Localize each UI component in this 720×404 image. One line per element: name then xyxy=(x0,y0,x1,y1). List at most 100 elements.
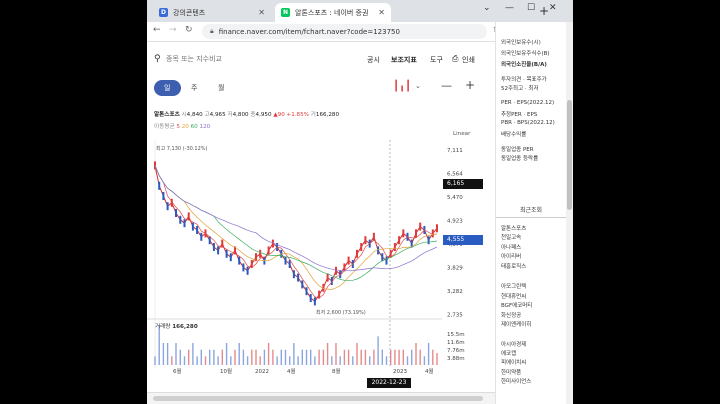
indicators-link[interactable]: 보조지표 xyxy=(391,55,417,65)
volume-bar xyxy=(204,356,207,365)
price-point xyxy=(436,224,438,233)
price-point xyxy=(246,266,249,275)
disclosure-link[interactable]: 공시 xyxy=(367,55,380,65)
change-value: ▲90 +1.85% xyxy=(273,112,309,118)
recent-item[interactable]: 태흥로직스 xyxy=(501,262,526,270)
high-value: 4,965 xyxy=(209,112,226,118)
recent-item[interactable]: BGF에코머티 xyxy=(501,301,532,309)
period-tab-week[interactable]: 주 xyxy=(191,83,197,93)
print-button[interactable]: 인쇄 xyxy=(462,55,475,65)
volume-bar xyxy=(411,349,413,365)
volume-bar xyxy=(385,356,388,365)
est-per-row: 추정PER · EPS xyxy=(501,112,538,118)
minimize-button[interactable]: — xyxy=(505,3,514,13)
volume-value: 166,280 xyxy=(315,112,340,118)
recent-item[interactable]: 알톤스포츠 xyxy=(501,224,526,232)
lowest-price-label: 최저 2,600 (73.19%) xyxy=(316,310,366,316)
recent-item[interactable]: 아이리버 xyxy=(501,252,521,260)
address-bar[interactable]: 🔒︎ finance.naver.com/item/fchart.naver?c… xyxy=(202,24,487,39)
volume-bar xyxy=(171,356,173,365)
price-point xyxy=(183,219,186,228)
52week-row: 52주최고 · 최저 xyxy=(501,86,539,92)
industry-change-row: 동일업종 등락률 xyxy=(501,156,539,162)
zoom-out-button[interactable]: — xyxy=(441,79,452,92)
volume-bar xyxy=(225,343,228,365)
x-tick-label: 6월 xyxy=(173,367,182,375)
url-text: finance.naver.com/item/fchart.naver?code… xyxy=(218,27,400,36)
price-point xyxy=(309,294,312,302)
tools-link[interactable]: 도구 xyxy=(430,55,443,65)
period-tab-day-label: 일 xyxy=(164,84,171,92)
price-chart[interactable]: 7,1116,5645,4704,9234,3763,8293,2822,735… xyxy=(147,140,495,390)
crosshair-date-tag: 2022-12-23 xyxy=(367,378,411,388)
recent-item[interactable]: 화신정공 xyxy=(501,311,521,319)
volume-bar xyxy=(192,343,194,365)
scroll-thumb[interactable] xyxy=(153,396,483,401)
price-point xyxy=(385,256,388,265)
volume-bar xyxy=(326,343,329,365)
recent-item[interactable]: 한미약품 xyxy=(501,368,521,376)
forward-arrow-icon[interactable]: → xyxy=(169,25,177,35)
recent-item[interactable]: 에코캡 xyxy=(501,349,516,357)
price-marker-tag: 6,165 xyxy=(443,179,483,189)
recent-item[interactable]: 아나패스 xyxy=(501,243,521,251)
volume-bar xyxy=(246,356,249,365)
recent-item[interactable]: 현대휴먼씨 xyxy=(501,292,526,300)
left-margin xyxy=(0,0,147,404)
y-tick-label: 5,470 xyxy=(447,195,463,201)
price-point xyxy=(398,236,401,245)
price-point xyxy=(154,161,156,170)
tab-alton-sports[interactable]: N 알톤스포츠 : 네이버 증권 ✕ xyxy=(275,3,391,22)
volume-bar xyxy=(381,349,383,365)
page-scroll-thumb[interactable] xyxy=(567,100,572,210)
volume-bar xyxy=(423,356,426,365)
zoom-in-button[interactable]: + xyxy=(465,78,475,92)
horizontal-scrollbar[interactable] xyxy=(147,392,495,404)
volume-bar xyxy=(154,356,156,365)
volume-bar xyxy=(436,353,438,365)
d-favicon-icon: D xyxy=(159,8,168,17)
scale-selector[interactable]: Linear xyxy=(453,131,470,137)
naver-favicon-icon: N xyxy=(281,8,290,17)
volume-bar xyxy=(314,356,316,365)
chart-type-dropdown-icon[interactable]: ⌄ xyxy=(415,82,421,90)
price-point xyxy=(292,270,295,279)
volume-title: 거래량 166,280 xyxy=(155,322,198,330)
volume-bar xyxy=(415,343,417,365)
recent-item[interactable]: 피에이치씨 xyxy=(501,358,526,366)
page-scrollbar[interactable] xyxy=(566,22,573,404)
recent-item[interactable]: 아시아경제 xyxy=(501,340,526,348)
quote-summary: 알톤스포츠 시4,840 고4,965 저4,800 종4,950 ▲90 +1… xyxy=(154,110,339,118)
recent-item[interactable]: 제이엔케이히 xyxy=(501,320,531,328)
volume-bar xyxy=(318,349,320,365)
volume-bar xyxy=(339,356,341,365)
right-margin xyxy=(573,0,720,404)
price-point xyxy=(360,243,363,251)
recent-item[interactable]: 천일고속 xyxy=(501,233,521,241)
back-arrow-icon[interactable]: ← xyxy=(153,25,161,35)
tab-lecture-content[interactable]: D 강의콘텐츠 ✕ xyxy=(153,3,271,22)
volume-bar xyxy=(209,349,211,365)
search-input[interactable] xyxy=(166,52,276,66)
reload-icon[interactable]: ↻ xyxy=(185,25,193,35)
recent-item[interactable]: 한미사이언스 xyxy=(501,377,531,385)
volume-bar xyxy=(188,349,190,365)
search-icon[interactable]: ⚲ xyxy=(154,54,161,64)
candlestick-type-icon[interactable]: ┃╻┃ xyxy=(393,81,411,92)
ma-label: 이동평균 xyxy=(154,124,175,130)
volume-bar xyxy=(255,349,257,365)
volume-bar xyxy=(166,343,169,365)
recent-item[interactable]: 아모그린텍 xyxy=(501,282,526,290)
volume-bar xyxy=(293,343,295,365)
close-tab-icon[interactable]: ✕ xyxy=(258,8,265,17)
period-tab-month[interactable]: 월 xyxy=(218,83,224,93)
tab-search-icon[interactable]: ⌄ xyxy=(483,3,491,13)
maximize-button[interactable]: ☐ xyxy=(527,3,535,13)
volume-bar xyxy=(310,349,312,365)
close-window-button[interactable]: ✕ xyxy=(549,3,557,13)
foreign-exhaustion-row: 외국인소진율(B/A) xyxy=(501,62,547,68)
print-icon[interactable]: ⎙ xyxy=(452,54,458,64)
price-point xyxy=(415,229,417,238)
close-tab-icon[interactable]: ✕ xyxy=(378,8,385,17)
new-tab-button[interactable]: + xyxy=(539,4,549,18)
